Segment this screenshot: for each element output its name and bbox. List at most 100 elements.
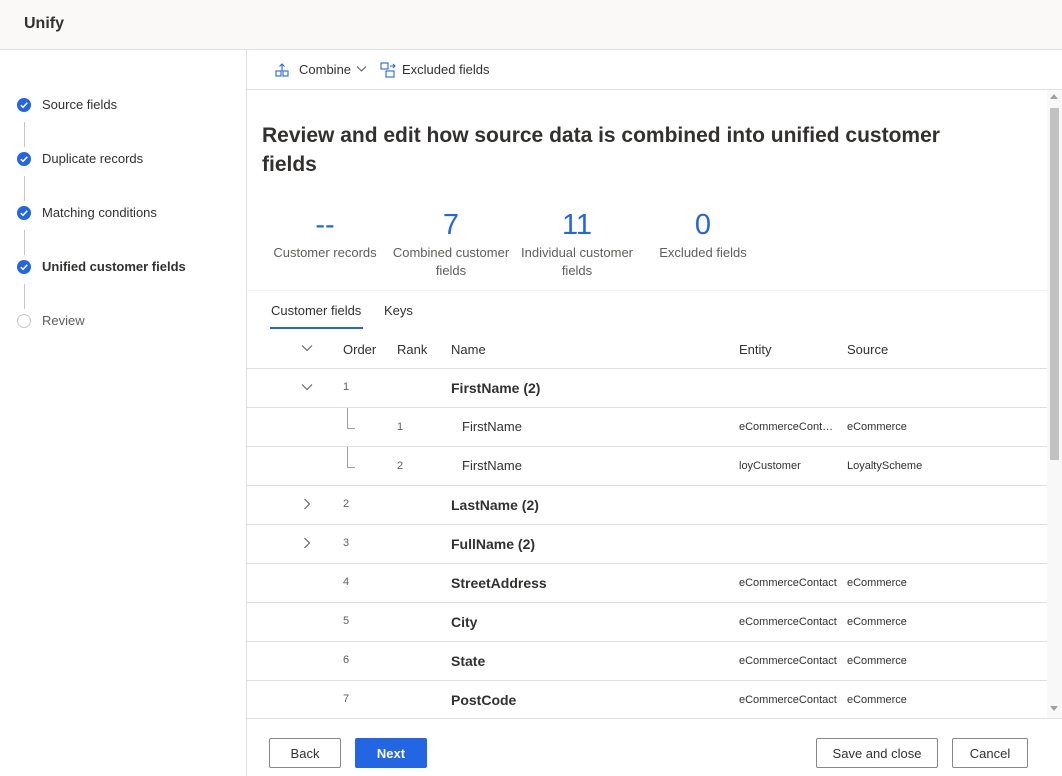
collapse-all-icon[interactable] <box>301 344 313 352</box>
step-connector <box>24 230 25 255</box>
kpi-combined-fields: 7 Combined customer fields <box>388 208 514 280</box>
step-label: Matching conditions <box>42 205 157 220</box>
cell-entity: eCommerceContacts <box>739 694 837 706</box>
cell-order: 2 <box>343 498 350 510</box>
cell-source: eCommerce <box>847 694 907 706</box>
column-header-rank[interactable]: Rank <box>397 342 427 357</box>
main-content: Review and edit how source data is combi… <box>247 90 1047 718</box>
scrollbar-thumb[interactable] <box>1050 108 1059 460</box>
page-title: Review and edit how source data is combi… <box>262 124 940 176</box>
tree-connector <box>347 447 348 467</box>
tree-connector <box>347 428 355 429</box>
kpi-caption: Excluded fields <box>659 245 747 260</box>
scroll-down-arrow-icon[interactable] <box>1050 706 1058 711</box>
cell-rank: 2 <box>397 460 404 472</box>
cell-source: LoyaltyScheme <box>847 460 923 472</box>
step-complete-icon <box>17 152 31 166</box>
tree-connector <box>347 408 348 428</box>
table-row-group[interactable]: 3 FullName (2) <box>247 524 1047 563</box>
combine-label: Combine <box>299 62 352 77</box>
divider <box>247 290 1047 291</box>
cell-order: 7 <box>343 693 350 705</box>
cell-name: FirstName <box>462 458 522 473</box>
table-row-group[interactable]: 2 LastName (2) <box>247 485 1047 524</box>
chevron-down-icon[interactable] <box>301 381 313 393</box>
kpi-caption: Customer records <box>273 245 377 260</box>
cell-name: PostCode <box>451 692 517 708</box>
column-header-order[interactable]: Order <box>343 342 376 357</box>
step-duplicate-records[interactable]: Duplicate records <box>0 148 246 172</box>
vertical-scrollbar[interactable] <box>1047 90 1062 718</box>
tab-customer-fields[interactable]: Customer fields <box>269 303 364 329</box>
table-row-group[interactable]: 1 FirstName (2) <box>247 368 1047 407</box>
save-and-close-button[interactable]: Save and close <box>816 738 938 768</box>
cell-name: State <box>451 653 486 669</box>
cell-order: 4 <box>343 576 350 588</box>
kpi-caption: Combined customer fields <box>392 245 510 278</box>
step-label: Unified customer fields <box>42 259 186 274</box>
cell-name: FirstName (2) <box>451 380 541 396</box>
table-row[interactable]: 4 StreetAddress eCommerceContacts eComme… <box>247 563 1047 602</box>
cell-source: eCommerce <box>847 616 907 628</box>
column-header-name[interactable]: Name <box>451 342 486 357</box>
step-complete-icon <box>17 206 31 220</box>
tab-keys[interactable]: Keys <box>384 303 413 318</box>
column-header-source[interactable]: Source <box>847 342 888 357</box>
cell-entity: eCommerceContacts <box>739 616 837 628</box>
excluded-fields-icon <box>380 62 396 78</box>
tree-connector <box>347 467 355 468</box>
cell-entity: eCommerceContacts <box>739 577 837 589</box>
step-label: Review <box>42 313 85 328</box>
cell-entity: eCommerceContacts <box>739 655 837 667</box>
kpi-customer-records: -- Customer records <box>262 208 388 262</box>
step-complete-icon <box>17 98 31 112</box>
step-connector <box>24 284 25 309</box>
step-connector <box>24 176 25 201</box>
cancel-button[interactable]: Cancel <box>952 738 1028 768</box>
step-unified-customer-fields[interactable]: Unified customer fields <box>0 256 246 280</box>
cell-name: LastName (2) <box>451 497 539 513</box>
step-complete-icon <box>17 260 31 274</box>
combine-button[interactable]: Combine <box>275 61 367 79</box>
next-button[interactable]: Next <box>355 738 427 768</box>
step-label: Duplicate records <box>42 151 144 166</box>
kpi-value: 11 <box>561 209 593 241</box>
command-bar: Combine Excluded fields <box>247 50 1062 90</box>
kpi-value: -- <box>315 209 335 241</box>
cell-entity: loyCustomer <box>739 460 801 472</box>
table-row[interactable]: 6 State eCommerceContacts eCommerce <box>247 641 1047 680</box>
cell-name: FullName (2) <box>451 536 536 552</box>
table-row-child[interactable]: 2 FirstName loyCustomer LoyaltyScheme <box>247 446 1047 485</box>
cell-source: eCommerce <box>847 577 907 589</box>
column-header-entity[interactable]: Entity <box>739 342 772 357</box>
table-row-child[interactable]: 1 FirstName eCommerceContacts eCommerce <box>247 407 1047 446</box>
kpi-caption: Individual customer fields <box>521 245 633 278</box>
excluded-fields-button[interactable]: Excluded fields <box>380 61 490 79</box>
kpi-excluded-fields: 0 Excluded fields <box>640 208 766 262</box>
scroll-up-arrow-icon[interactable] <box>1050 94 1058 99</box>
table-row[interactable]: 5 City eCommerceContacts eCommerce <box>247 602 1047 641</box>
cell-order: 3 <box>343 537 350 549</box>
cell-source: eCommerce <box>847 421 907 433</box>
step-connector <box>24 122 25 147</box>
back-button[interactable]: Back <box>269 738 341 768</box>
table-row[interactable]: 7 PostCode eCommerceContacts eCommerce <box>247 680 1047 718</box>
step-review[interactable]: Review <box>0 310 246 334</box>
cell-name: City <box>451 614 478 630</box>
cell-order: 1 <box>343 381 350 393</box>
kpi-individual-fields: 11 Individual customer fields <box>514 208 640 280</box>
kpi-value: 0 <box>694 209 712 241</box>
chevron-down-icon <box>356 66 367 72</box>
chevron-right-icon[interactable] <box>301 498 313 510</box>
chevron-right-icon[interactable] <box>301 537 313 549</box>
cell-entity: eCommerceContacts <box>739 421 837 433</box>
step-source-fields[interactable]: Source fields <box>0 94 246 118</box>
app-title: Unify <box>24 15 64 32</box>
cell-order: 6 <box>343 654 350 666</box>
cell-name: FirstName <box>462 419 522 434</box>
cell-rank: 1 <box>397 421 404 433</box>
cell-source: eCommerce <box>847 655 907 667</box>
stepper-sidebar: Source fields Duplicate records Matching… <box>0 50 247 776</box>
step-matching-conditions[interactable]: Matching conditions <box>0 202 246 226</box>
combine-icon <box>275 63 289 77</box>
